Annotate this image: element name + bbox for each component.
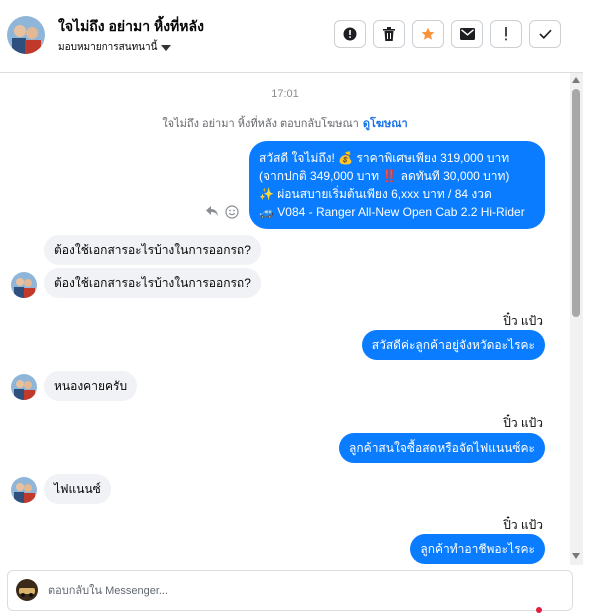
outgoing-message[interactable]: ลูกค้าสนใจซื้อสดหรือจัดไฟแนนซ์คะ <box>339 433 545 463</box>
page-avatar <box>16 579 38 601</box>
trash-icon <box>383 27 395 41</box>
incoming-message[interactable]: ไฟแนนซ์ <box>44 474 111 504</box>
ad-reply-notice: ใจไม่ถึง อย่ามา หิ้งที่หลัง ตอบกลับโฆษณา… <box>0 114 570 132</box>
alert-circle-icon <box>343 27 357 41</box>
star-button[interactable] <box>412 20 444 48</box>
message-actions <box>205 205 239 219</box>
incoming-message[interactable]: ต้องใช้เอกสารอะไรบ้างในการออกรถ? <box>44 268 261 298</box>
delete-button[interactable] <box>373 20 405 48</box>
promo-line: 🚙 V084 - Ranger All-New Open Cab 2.2 Hi-… <box>259 205 525 219</box>
outgoing-message[interactable]: สวัสดีค่ะลูกค้าอยู่จังหวัดอะไรคะ <box>361 330 545 360</box>
scroll-up-icon[interactable] <box>572 77 580 83</box>
sender-name: ปิ๋ว แป้ว <box>503 518 543 532</box>
contact-avatar-small <box>11 374 37 400</box>
message-composer <box>7 570 573 613</box>
header-actions <box>334 20 561 48</box>
sender-name: ปิ๋ว แป้ว <box>503 314 543 328</box>
incoming-message[interactable]: ต้องใช้เอกสารอะไรบ้างในการออกรถ? <box>44 235 261 265</box>
contact-name: ใจไม่ถึง อย่ามา หิ้งที่หลัง <box>58 18 204 34</box>
mark-done-button[interactable] <box>529 20 561 48</box>
emoji-react-icon[interactable] <box>225 205 239 219</box>
contact-avatar-small <box>11 477 37 503</box>
reply-input[interactable] <box>46 577 450 605</box>
promo-line: (จากปกติ 349,000 บาท ‼️ ลดทันที 30,000 บ… <box>259 169 510 183</box>
contact-avatar-small <box>11 272 37 298</box>
ad-reply-text: ใจไม่ถึง อย่ามา หิ้งที่หลัง ตอบกลับโฆษณา <box>162 118 359 130</box>
view-ad-link[interactable]: ดูโฆษณา <box>363 118 408 130</box>
promo-line: สวัสดี ใจไม่ถึง! 💰 ราคาพิเศษเพียง 319,00… <box>259 151 510 165</box>
contact-avatar[interactable] <box>7 16 45 54</box>
notification-dot-icon <box>536 607 542 613</box>
assign-conversation-dropdown[interactable]: มอบหมายการสนทนานี้ <box>58 40 172 55</box>
outgoing-message[interactable]: ลูกค้าทำอาชีพอะไรคะ <box>410 534 545 564</box>
mark-spam-button[interactable] <box>334 20 366 48</box>
scroll-down-icon[interactable] <box>572 553 580 559</box>
message-timestamp: 17:01 <box>271 88 299 100</box>
exclamation-icon <box>505 27 507 41</box>
check-icon <box>538 29 552 39</box>
conversation-header: ใจไม่ถึง อย่ามา หิ้งที่หลัง มอบหมายการสน… <box>0 0 583 73</box>
mark-unread-button[interactable] <box>451 20 483 48</box>
promo-line: ✨ ผ่อนสบายเริ่มต้นเพียง 6,xxx บาท / 84 ง… <box>259 187 492 201</box>
incoming-message[interactable]: หนองคายครับ <box>44 371 138 401</box>
caret-down-icon <box>161 44 172 51</box>
message-thread[interactable]: 17:01 ใจไม่ถึง อย่ามา หิ้งที่หลัง ตอบกลั… <box>0 73 570 565</box>
promo-message-bubble[interactable]: สวัสดี ใจไม่ถึง! 💰 ราคาพิเศษเพียง 319,00… <box>249 141 545 229</box>
star-icon <box>421 27 435 40</box>
reply-icon[interactable] <box>205 205 219 217</box>
scrollbar-thumb[interactable] <box>572 89 580 317</box>
envelope-icon <box>459 28 475 40</box>
follow-up-button[interactable] <box>490 20 522 48</box>
thread-scrollbar[interactable] <box>570 73 583 565</box>
sender-name: ปิ๋ว แป้ว <box>503 416 543 430</box>
assign-label: มอบหมายการสนทนานี้ <box>58 42 158 53</box>
